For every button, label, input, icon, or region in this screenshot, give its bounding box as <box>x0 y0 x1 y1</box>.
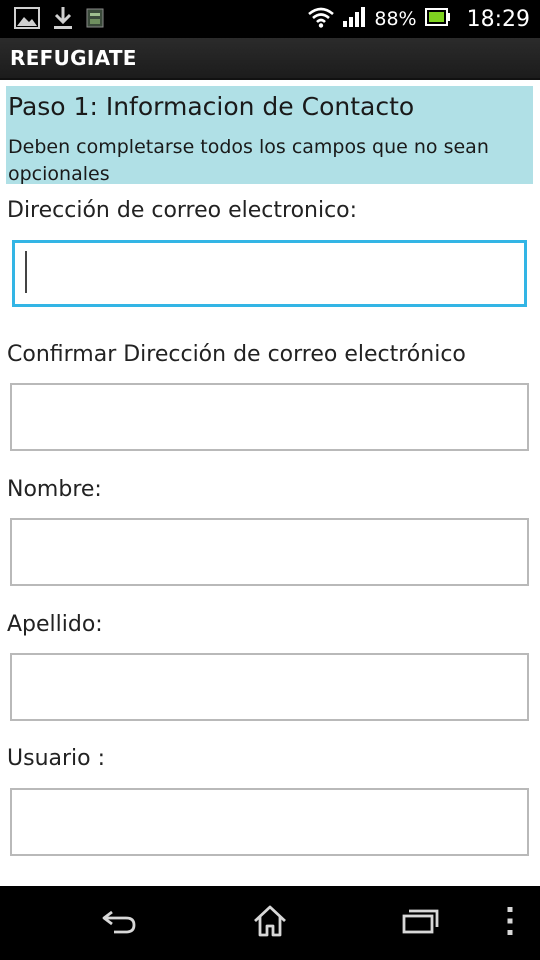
wifi-icon <box>308 6 335 33</box>
home-icon <box>252 904 288 943</box>
notification-icons <box>14 5 104 36</box>
email-field[interactable] <box>12 240 527 307</box>
clock: 18:29 <box>466 6 530 32</box>
last-name-field[interactable] <box>10 653 529 721</box>
confirm-email-label: Confirmar Dirección de correo electrónic… <box>7 342 466 367</box>
screen: 88% 18:29 REFUGIATE Paso 1: Informacion … <box>0 0 540 960</box>
step-subtitle: Deben completarse todos los campos que n… <box>8 136 489 185</box>
battery-icon <box>424 7 451 31</box>
first-name-field[interactable] <box>10 518 529 586</box>
back-icon <box>100 906 140 941</box>
username-field[interactable] <box>10 788 529 856</box>
back-button[interactable] <box>80 886 160 960</box>
menu-icon <box>506 906 514 941</box>
last-name-label: Apellido: <box>7 612 103 637</box>
confirm-email-field[interactable] <box>10 383 529 451</box>
signal-icon <box>342 6 366 33</box>
recent-apps-icon <box>401 907 439 940</box>
status-bar: 88% 18:29 <box>0 0 540 38</box>
step-header: Paso 1: Informacion de Contacto Deben co… <box>6 86 533 185</box>
home-button[interactable] <box>230 886 310 960</box>
download-icon <box>52 5 74 36</box>
email-label: Dirección de correo electronico: <box>7 198 358 223</box>
navigation-bar <box>0 886 540 960</box>
gallery-icon <box>14 6 40 35</box>
app-title: REFUGIATE <box>10 46 137 70</box>
registration-form[interactable]: Paso 1: Informacion de Contacto Deben co… <box>0 80 540 886</box>
overflow-menu-button[interactable] <box>495 886 525 960</box>
battery-percentage: 88% <box>374 8 417 30</box>
username-label: Usuario : <box>7 746 106 771</box>
system-status: 88% 18:29 <box>308 0 530 38</box>
step-title: Paso 1: Informacion de Contacto <box>8 92 415 121</box>
recent-apps-button[interactable] <box>380 886 460 960</box>
app-title-bar: REFUGIATE <box>0 38 540 80</box>
app-notification-icon <box>86 8 104 33</box>
first-name-label: Nombre: <box>7 477 102 502</box>
text-caret <box>25 251 27 293</box>
